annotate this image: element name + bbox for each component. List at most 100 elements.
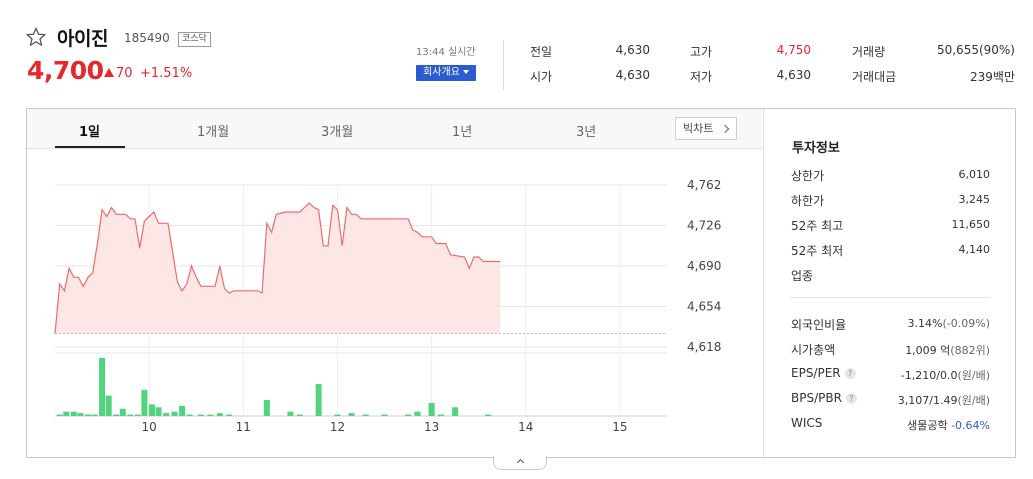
divider — [790, 297, 990, 298]
open-label: 시가 — [530, 70, 553, 84]
low-value: 4,630 — [776, 68, 811, 82]
wics-change: -0.64% — [951, 419, 990, 432]
52w-low-label: 52주 최저 — [791, 244, 844, 258]
x-tick-label: 10 — [142, 420, 157, 434]
x-tick-label: 15 — [612, 420, 627, 434]
market-cap: 1,009 억 — [905, 344, 951, 357]
volume-bar — [148, 404, 155, 416]
bps-pbr-value: 3,107/1.49(원/배) — [898, 392, 990, 408]
volume-bar — [70, 411, 77, 416]
y-tick-label: 4,762 — [687, 178, 721, 192]
wics-value: 생물공학 -0.64% — [907, 417, 990, 433]
sector-label: 업종 — [791, 269, 814, 283]
volume-bar — [263, 400, 270, 416]
price-change-rate: +1.51% — [140, 66, 193, 81]
volume-bar — [163, 413, 170, 416]
open-value: 4,630 — [615, 68, 650, 82]
x-tick-label: 14 — [518, 420, 533, 434]
wics-sector[interactable]: 생물공학 — [907, 419, 947, 432]
volume-bar — [134, 414, 141, 416]
up-triangle-icon — [104, 68, 114, 77]
foreign-ratio: 3.14% — [907, 317, 943, 330]
high-value: 4,750 — [776, 43, 811, 57]
stock-name: 아이진 — [57, 28, 108, 50]
volume-bar — [348, 413, 355, 416]
eps-per-label: EPS/PER? — [791, 366, 856, 380]
volume-bar — [381, 414, 388, 416]
high-label: 고가 — [690, 45, 713, 59]
y-tick-label: 4,654 — [687, 300, 721, 314]
current-price: 4,700 — [27, 56, 104, 85]
help-icon[interactable]: ? — [845, 393, 857, 404]
tab-3years[interactable]: 3년 — [576, 121, 596, 140]
volume-bar — [186, 414, 193, 416]
amount-value: 239백만 — [970, 70, 1015, 84]
foreign-ratio-change: (-0.09%) — [942, 317, 991, 330]
upper-limit-label: 상한가 — [791, 169, 825, 183]
volume-bar — [207, 414, 214, 416]
volume-bar — [171, 411, 178, 416]
divider — [503, 40, 504, 90]
big-chart-button[interactable]: 빅차트 — [675, 117, 737, 140]
volume-bar — [296, 414, 303, 416]
eps-per: -1,210/0.0 — [900, 369, 958, 382]
period-tabs: 1일 1개월 3개월 1년 3년 빅차트 — [27, 109, 764, 149]
volume-bar — [119, 408, 126, 416]
volume-bar — [414, 411, 421, 416]
company-overview-button[interactable]: 회사개요 — [416, 65, 476, 81]
volume-bar — [428, 402, 435, 416]
wics-label: WICS — [791, 416, 823, 430]
tab-1day[interactable]: 1일 — [79, 121, 100, 140]
volume-bar — [63, 411, 70, 416]
x-tick-label: 11 — [236, 420, 251, 434]
52w-high-value: 11,650 — [951, 218, 991, 231]
x-tick-label: 13 — [424, 420, 439, 434]
eps-per-unit: (원/배) — [957, 369, 990, 382]
foreign-ratio-value: 3.14%(-0.09%) — [908, 317, 990, 330]
volume-bar — [216, 413, 223, 416]
favorite-star-icon[interactable] — [25, 26, 47, 48]
volume-bar — [155, 407, 162, 416]
volume-bar — [84, 414, 91, 416]
chart-panel: 1일 1개월 3개월 1년 3년 빅차트 4,762 4,726 4,690 4,65… — [26, 108, 1016, 458]
volume-bar — [315, 384, 322, 416]
volume-label: 거래량 — [852, 45, 886, 59]
tab-1year[interactable]: 1년 — [452, 121, 472, 140]
volume-bar — [127, 414, 134, 416]
volume-bar — [197, 414, 204, 416]
volume-bar — [334, 414, 341, 416]
market-badge: 코스닥 — [178, 32, 211, 47]
foreign-ratio-label: 외국인비율 — [791, 318, 847, 332]
volume-bar — [405, 414, 412, 416]
market-cap-value: 1,009 억(882위) — [905, 342, 990, 358]
collapse-toggle-button[interactable] — [493, 456, 547, 470]
volume-bar — [452, 407, 459, 416]
investment-info: 투자정보 상한가 6,010 하한가 3,245 52주 최고 11,650 5… — [764, 109, 1016, 457]
bps-pbr-text: BPS/PBR — [791, 391, 842, 405]
volume-bars — [56, 358, 492, 416]
volume-bar — [56, 414, 63, 416]
tab-3months[interactable]: 3개월 — [321, 121, 353, 140]
x-tick-label: 12 — [330, 420, 345, 434]
volume-bar — [362, 414, 369, 416]
amount-label: 거래대금 — [852, 70, 897, 84]
volume-bar — [113, 414, 120, 416]
market-cap-rank: (882위) — [950, 344, 990, 357]
active-tab-indicator — [55, 146, 125, 148]
company-overview-label: 회사개요 — [423, 67, 460, 78]
caret-down-icon — [462, 70, 469, 74]
upper-limit-value: 6,010 — [958, 168, 991, 181]
volume-bar — [438, 414, 445, 416]
y-tick-label: 4,618 — [687, 340, 721, 354]
volume-bar — [141, 389, 148, 416]
help-icon[interactable]: ? — [844, 368, 856, 379]
volume-bar — [91, 414, 98, 416]
stock-header: 아이진 185490 코스닥 4,700 70 +1.51% 13:44 실시간… — [0, 0, 1033, 108]
y-axis-ticks: 4,762 4,726 4,690 4,654 4,618 — [687, 178, 721, 354]
investment-info-title: 투자정보 — [792, 141, 840, 156]
bps-pbr: 3,107/1.49 — [897, 394, 958, 407]
volume-bar — [105, 395, 112, 416]
tab-1month[interactable]: 1개월 — [197, 121, 229, 140]
stock-code: 185490 — [124, 31, 170, 45]
y-tick-label: 4,726 — [687, 219, 721, 233]
